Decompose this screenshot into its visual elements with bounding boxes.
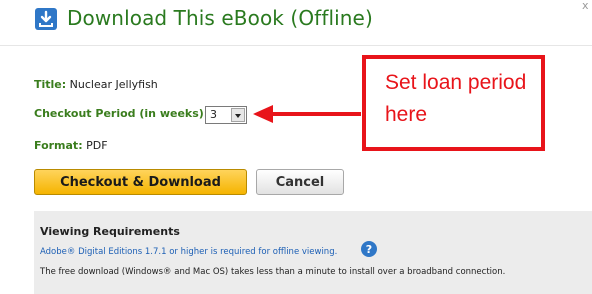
format-label: Format:	[34, 139, 83, 152]
cancel-button[interactable]: Cancel	[256, 169, 344, 195]
help-icon[interactable]: ?	[361, 241, 377, 257]
dialog-header: Download This eBook (Offline) x	[0, 0, 592, 46]
download-note: The free download (Windows® and Mac OS) …	[40, 267, 506, 277]
chevron-down-icon[interactable]	[231, 108, 245, 122]
dialog-title: Download This eBook (Offline)	[67, 6, 373, 30]
checkout-period-row: Checkout Period (in weeks):	[34, 107, 208, 120]
checkout-period-label: Checkout Period (in weeks):	[34, 107, 209, 120]
title-row: Title: Nuclear Jellyfish	[34, 78, 158, 91]
format-value: PDF	[86, 139, 108, 152]
download-icon	[35, 8, 57, 30]
arrow-left-icon	[253, 105, 361, 123]
format-row: Format: PDF	[34, 139, 108, 152]
checkout-period-select[interactable]: 3	[205, 106, 247, 124]
viewing-requirements-panel: Viewing Requirements Adobe® Digital Edit…	[34, 211, 592, 294]
checkout-period-value: 3	[210, 108, 217, 121]
adobe-digital-editions-link[interactable]: Adobe® Digital Editions 1.7.1 or higher …	[40, 247, 337, 257]
close-icon[interactable]: x	[582, 0, 592, 12]
viewing-requirements-heading: Viewing Requirements	[40, 225, 180, 238]
annotation-callout: Set loan period here	[362, 55, 545, 151]
checkout-download-button[interactable]: Checkout & Download	[34, 169, 247, 195]
download-dialog: Download This eBook (Offline) x Title: N…	[0, 0, 592, 294]
title-label: Title:	[34, 78, 67, 91]
annotation-text: Set loan period here	[385, 71, 527, 126]
title-value: Nuclear Jellyfish	[69, 78, 158, 91]
